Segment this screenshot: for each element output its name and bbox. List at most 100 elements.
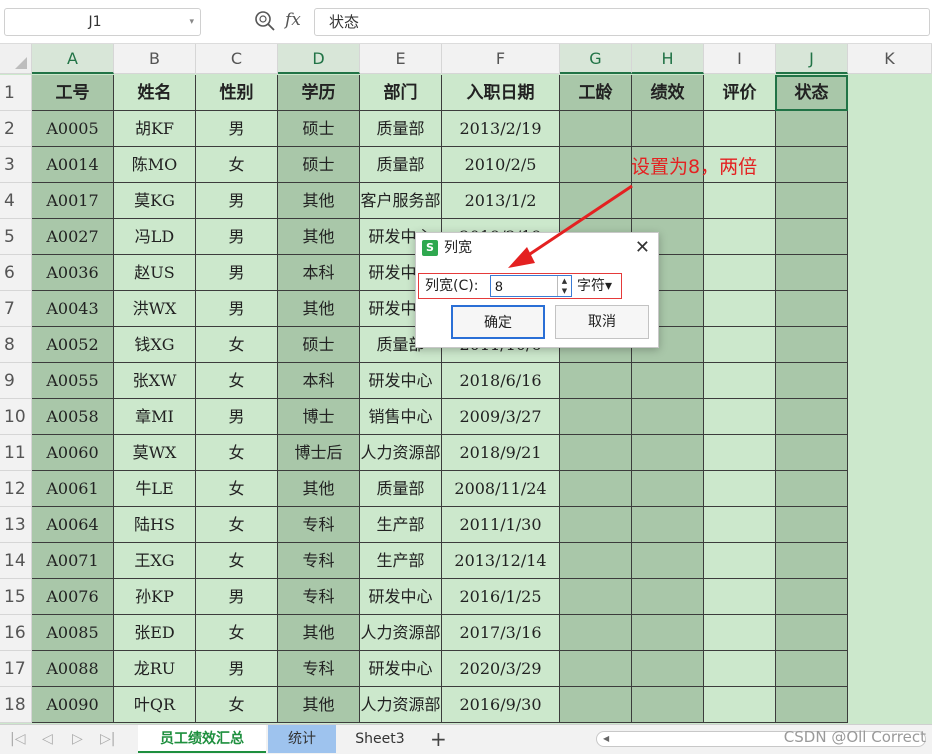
column-header-b[interactable]: B [114, 44, 196, 74]
table-cell[interactable] [560, 651, 632, 687]
table-cell[interactable]: 男 [196, 291, 278, 327]
row-header-1[interactable]: 1 [0, 75, 32, 111]
prev-sheet-icon[interactable]: ◁ [42, 725, 53, 753]
row-header-8[interactable]: 8 [0, 327, 32, 363]
table-cell[interactable]: 质量部 [360, 471, 442, 507]
table-cell[interactable] [704, 399, 776, 435]
header-cell[interactable]: 性别 [196, 75, 278, 111]
row-header-7[interactable]: 7 [0, 291, 32, 327]
table-cell[interactable]: 质量部 [360, 111, 442, 147]
header-cell[interactable]: 入职日期 [442, 75, 560, 111]
table-cell[interactable] [560, 615, 632, 651]
header-cell[interactable]: 学历 [278, 75, 360, 111]
table-cell[interactable]: 洪WX [114, 291, 196, 327]
table-cell[interactable] [632, 471, 704, 507]
row-header-3[interactable]: 3 [0, 147, 32, 183]
table-cell[interactable] [776, 219, 848, 255]
table-cell[interactable] [560, 543, 632, 579]
table-cell[interactable]: 女 [196, 471, 278, 507]
table-cell[interactable]: 其他 [278, 291, 360, 327]
table-cell[interactable] [704, 111, 776, 147]
table-cell[interactable] [704, 327, 776, 363]
column-header-f[interactable]: F [442, 44, 560, 74]
table-cell[interactable]: 2016/1/25 [442, 579, 560, 615]
table-cell[interactable]: 2008/11/24 [442, 471, 560, 507]
table-cell[interactable] [704, 435, 776, 471]
table-cell[interactable] [776, 471, 848, 507]
table-cell[interactable]: 莫WX [114, 435, 196, 471]
table-cell[interactable]: 赵US [114, 255, 196, 291]
table-cell[interactable] [560, 363, 632, 399]
table-cell[interactable]: A0055 [32, 363, 114, 399]
table-cell[interactable]: 其他 [278, 615, 360, 651]
table-cell[interactable] [776, 147, 848, 183]
table-cell[interactable] [560, 147, 632, 183]
close-icon[interactable]: ✕ [635, 233, 650, 263]
header-cell[interactable]: 工号 [32, 75, 114, 111]
table-cell[interactable]: 陆HS [114, 507, 196, 543]
row-header-16[interactable]: 16 [0, 615, 32, 651]
column-header-g[interactable]: G [560, 44, 632, 74]
table-cell[interactable]: 2013/2/19 [442, 111, 560, 147]
table-cell[interactable] [776, 435, 848, 471]
table-cell[interactable]: 生产部 [360, 543, 442, 579]
table-cell[interactable]: 女 [196, 327, 278, 363]
table-cell[interactable]: 专科 [278, 579, 360, 615]
table-cell[interactable]: 2011/1/30 [442, 507, 560, 543]
table-cell[interactable]: 胡KF [114, 111, 196, 147]
table-cell[interactable]: 男 [196, 651, 278, 687]
table-cell[interactable]: 孙KP [114, 579, 196, 615]
table-cell[interactable]: 2013/1/2 [442, 183, 560, 219]
column-header-k[interactable]: K [848, 44, 932, 74]
unit-dropdown[interactable]: 字符▾ [577, 274, 612, 298]
table-cell[interactable]: A0064 [32, 507, 114, 543]
table-cell[interactable]: A0036 [32, 255, 114, 291]
table-cell[interactable] [632, 183, 704, 219]
row-header-6[interactable]: 6 [0, 255, 32, 291]
zoom-icon[interactable] [254, 9, 276, 33]
table-cell[interactable]: 人力资源部 [360, 687, 442, 723]
ok-button[interactable]: 确定 [451, 305, 545, 339]
table-cell[interactable]: 客户服务部 [360, 183, 442, 219]
column-width-input[interactable]: 8 ▲ ▼ [490, 275, 572, 297]
table-cell[interactable] [560, 183, 632, 219]
header-cell[interactable]: 姓名 [114, 75, 196, 111]
row-header-4[interactable]: 4 [0, 183, 32, 219]
header-cell[interactable]: 评价 [704, 75, 776, 111]
table-cell[interactable]: A0090 [32, 687, 114, 723]
cancel-button[interactable]: 取消 [555, 305, 649, 339]
table-cell[interactable]: 冯LD [114, 219, 196, 255]
table-cell[interactable]: 专科 [278, 543, 360, 579]
tab-sheet-1[interactable]: 员工绩效汇总 [138, 725, 266, 753]
table-cell[interactable]: A0043 [32, 291, 114, 327]
row-header-5[interactable]: 5 [0, 219, 32, 255]
table-cell[interactable]: A0052 [32, 327, 114, 363]
table-cell[interactable] [704, 291, 776, 327]
table-cell[interactable] [776, 363, 848, 399]
table-cell[interactable]: A0027 [32, 219, 114, 255]
table-cell[interactable]: 专科 [278, 651, 360, 687]
last-sheet-icon[interactable]: ▷| [100, 725, 115, 753]
table-cell[interactable]: 牛LE [114, 471, 196, 507]
table-cell[interactable]: 女 [196, 147, 278, 183]
table-cell[interactable]: 本科 [278, 255, 360, 291]
table-cell[interactable] [704, 219, 776, 255]
table-cell[interactable]: A0076 [32, 579, 114, 615]
table-cell[interactable] [632, 543, 704, 579]
table-cell[interactable] [560, 435, 632, 471]
table-cell[interactable] [704, 543, 776, 579]
table-cell[interactable] [560, 111, 632, 147]
table-cell[interactable]: 莫KG [114, 183, 196, 219]
table-cell[interactable]: 人力资源部 [360, 435, 442, 471]
table-cell[interactable]: 销售中心 [360, 399, 442, 435]
row-header-12[interactable]: 12 [0, 471, 32, 507]
table-cell[interactable] [560, 507, 632, 543]
table-cell[interactable] [776, 507, 848, 543]
table-cell[interactable]: 叶QR [114, 687, 196, 723]
table-cell[interactable]: 研发中心 [360, 651, 442, 687]
table-cell[interactable]: 2013/12/14 [442, 543, 560, 579]
add-sheet-icon[interactable]: + [430, 725, 447, 753]
row-header-11[interactable]: 11 [0, 435, 32, 471]
table-cell[interactable]: A0058 [32, 399, 114, 435]
table-cell[interactable] [632, 615, 704, 651]
